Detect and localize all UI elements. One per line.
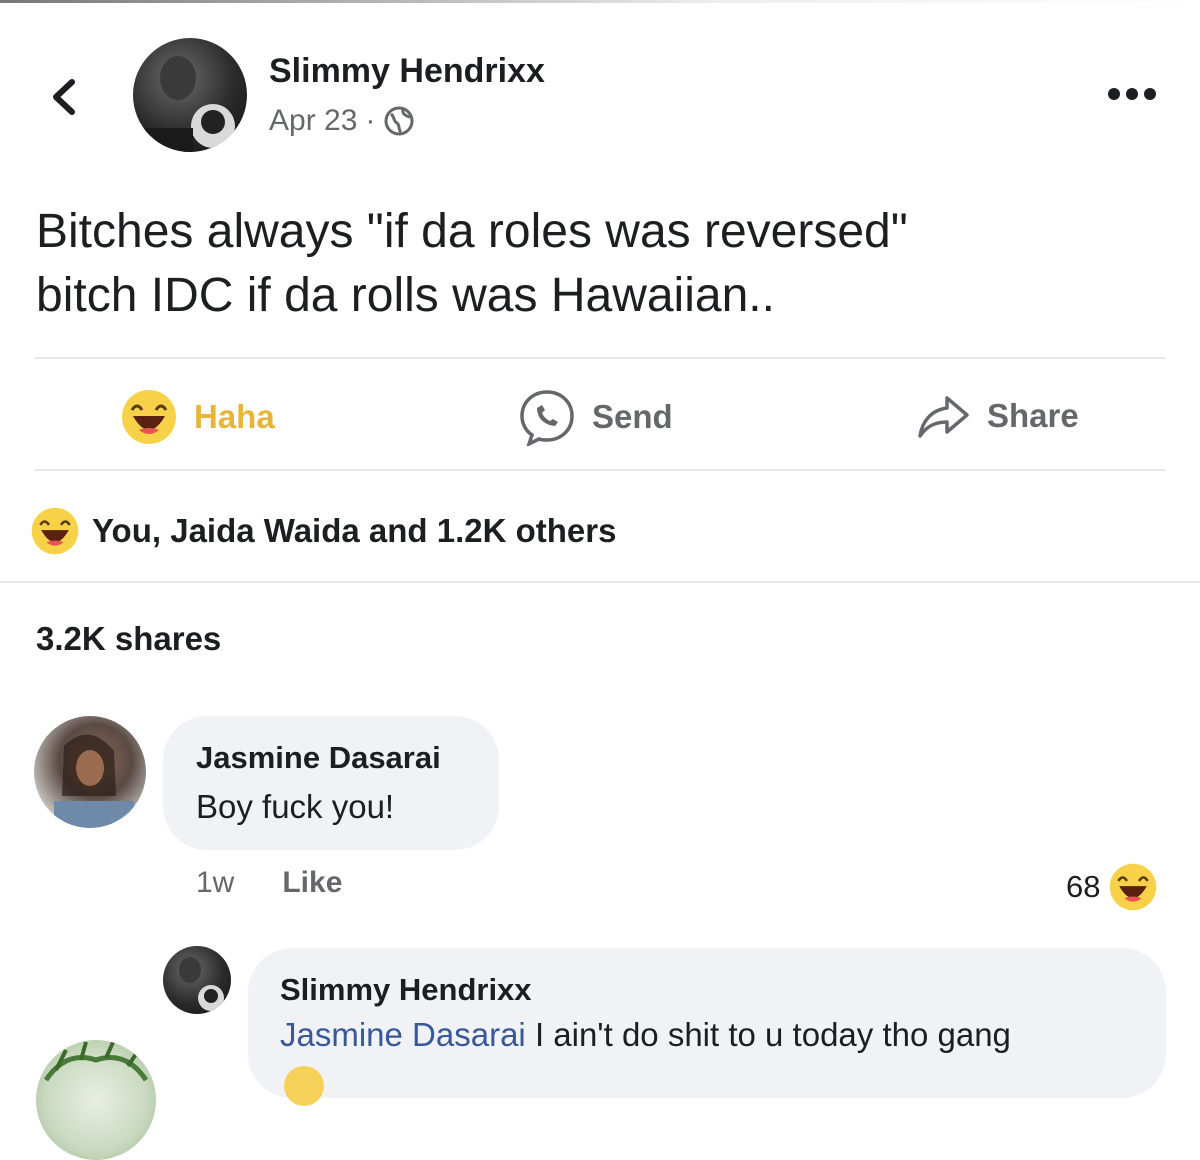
reply-avatar[interactable] (163, 946, 231, 1014)
haha-button[interactable]: Haha (120, 388, 275, 446)
post-date[interactable]: Apr 23 (269, 104, 357, 138)
chevron-left-icon (53, 79, 75, 115)
divider (34, 357, 1166, 359)
like-button[interactable]: Like (282, 866, 342, 900)
haha-emoji-icon (31, 507, 79, 555)
more-dots-icon[interactable] (1108, 88, 1160, 102)
avatar-photo (54, 734, 134, 828)
reply-text-line: Jasmine Dasarai I ain't do shit to u tod… (280, 1016, 1011, 1054)
reactions-text: You, Jaida Waida and 1.2K others (92, 512, 617, 549)
haha-emoji-icon (1110, 863, 1157, 911)
messenger-icon (520, 390, 574, 446)
next-commenter-avatar[interactable] (36, 1040, 156, 1160)
post-text-line1: Bitches always "if da roles was reversed… (36, 205, 908, 258)
share-arrow-icon (918, 396, 969, 438)
top-edge (0, 0, 1200, 3)
reply-bubble: Slimmy Hendrixx Jasmine Dasarai I ain't … (248, 948, 1166, 1098)
reaction-count: 68 (1066, 869, 1101, 904)
comment-bubble: Jasmine Dasarai Boy fuck you! (163, 716, 499, 850)
comment-text: Boy fuck you! (196, 788, 395, 825)
haha-label: Haha (194, 398, 275, 435)
send-button[interactable]: Send (518, 388, 673, 446)
emoji-icon (284, 1066, 324, 1106)
comment-meta: 1w Like (196, 866, 342, 900)
back-button[interactable] (40, 72, 90, 122)
comment-reaction-count[interactable]: 68 (1066, 862, 1158, 912)
post-meta: Apr 23 · (269, 104, 415, 138)
avatar-photo (143, 56, 235, 152)
dot (1144, 88, 1156, 100)
author-avatar[interactable] (133, 38, 247, 152)
reply-text: I ain't do shit to u today tho gang (534, 1016, 1011, 1053)
dot (1126, 88, 1138, 100)
divider (34, 469, 1166, 471)
commenter-name[interactable]: Jasmine Dasarai (196, 740, 441, 776)
globe-icon (384, 106, 414, 136)
post-text-line2: bitch IDC if da rolls was Hawaiian.. (36, 269, 775, 322)
share-button[interactable]: Share (915, 388, 1079, 444)
avatar-photo (179, 957, 224, 1011)
divider (0, 581, 1200, 583)
comment-time[interactable]: 1w (196, 866, 234, 900)
author-name[interactable]: Slimmy Hendrixx (269, 52, 545, 91)
haha-emoji-icon (122, 390, 176, 444)
reply-author[interactable]: Slimmy Hendrixx (280, 972, 532, 1008)
avatar-photo (43, 1040, 149, 1082)
commenter-avatar[interactable] (34, 716, 146, 828)
shares-count[interactable]: 3.2K shares (36, 620, 221, 658)
post-text: Bitches always "if da roles was reversed… (36, 200, 1166, 328)
reactions-summary[interactable]: You, Jaida Waida and 1.2K others (30, 506, 616, 556)
dot (1108, 88, 1120, 100)
send-label: Send (592, 398, 673, 435)
meta-separator: · (365, 104, 376, 137)
reply-mention[interactable]: Jasmine Dasarai (280, 1016, 526, 1053)
share-label: Share (987, 397, 1079, 434)
